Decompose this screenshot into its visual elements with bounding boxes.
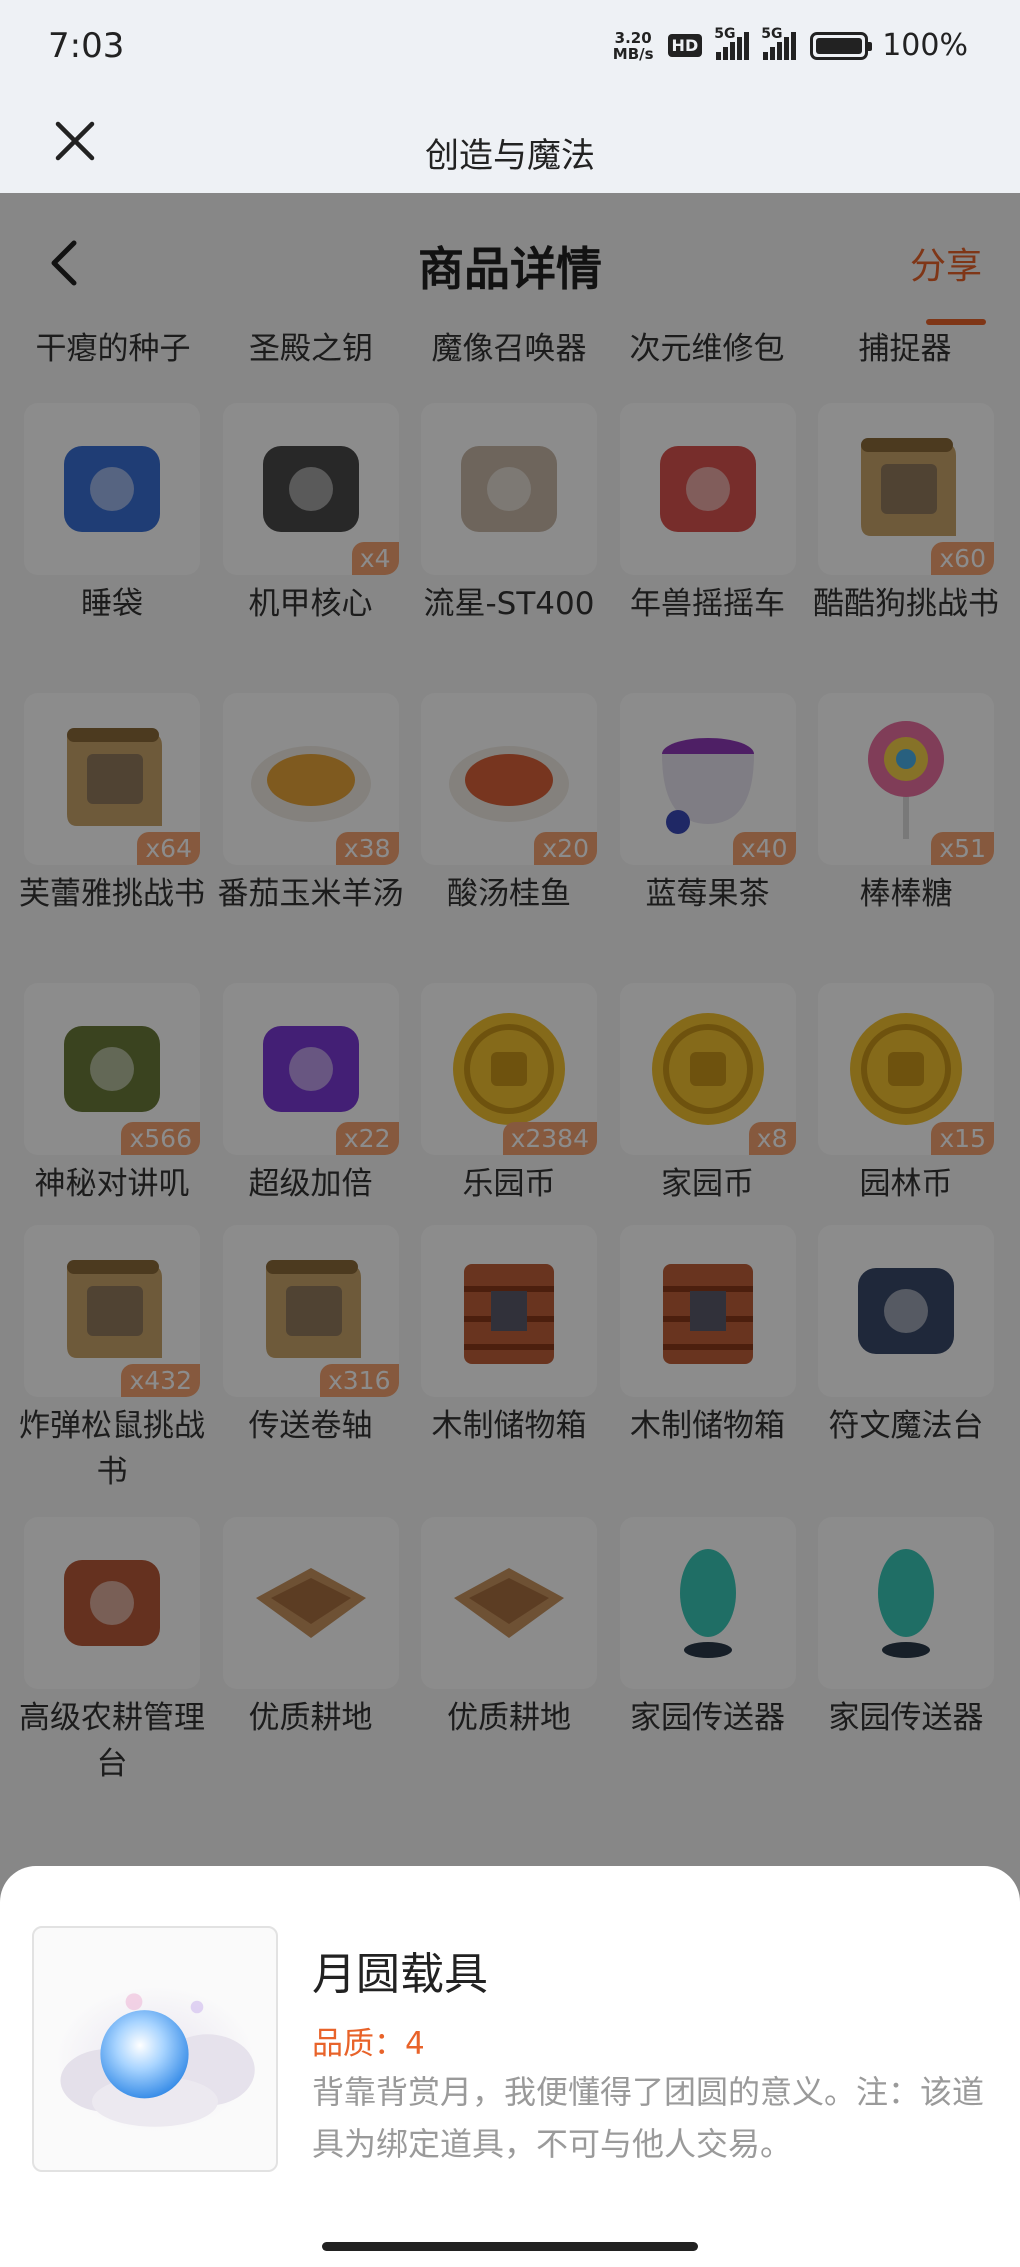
hd-icon: HD (667, 34, 703, 57)
status-bar: 7:03 3.20 MB/s HD 5G 5G 100% (0, 0, 1020, 90)
status-icons: 3.20 MB/s HD 5G 5G 100% (612, 26, 968, 64)
moon-vehicle-icon (32, 1926, 278, 2172)
home-indicator[interactable] (322, 2242, 698, 2251)
item-quality: 品质：4 (312, 2026, 425, 2062)
status-time: 7:03 (48, 26, 125, 66)
item-detail-sheet: 月圆载具 品质：4 背靠背赏月，我便懂得了团圆的意义。注：该道具为绑定道具，不可… (0, 1866, 1020, 2267)
signal-icon: 5G (761, 26, 797, 60)
item-name: 月圆载具 (312, 1949, 488, 2000)
app-title-bar: 创造与魔法 (0, 90, 1020, 193)
item-description: 背靠背赏月，我便懂得了团圆的意义。注：该道具为绑定道具，不可与他人交易。 (312, 2073, 985, 2163)
app-title: 创造与魔法 (425, 136, 595, 176)
signal-icon: 5G (714, 26, 750, 60)
battery-level: 100% (882, 28, 968, 63)
net-speed: 3.20 MB/s (612, 28, 654, 63)
battery-icon (810, 31, 873, 60)
